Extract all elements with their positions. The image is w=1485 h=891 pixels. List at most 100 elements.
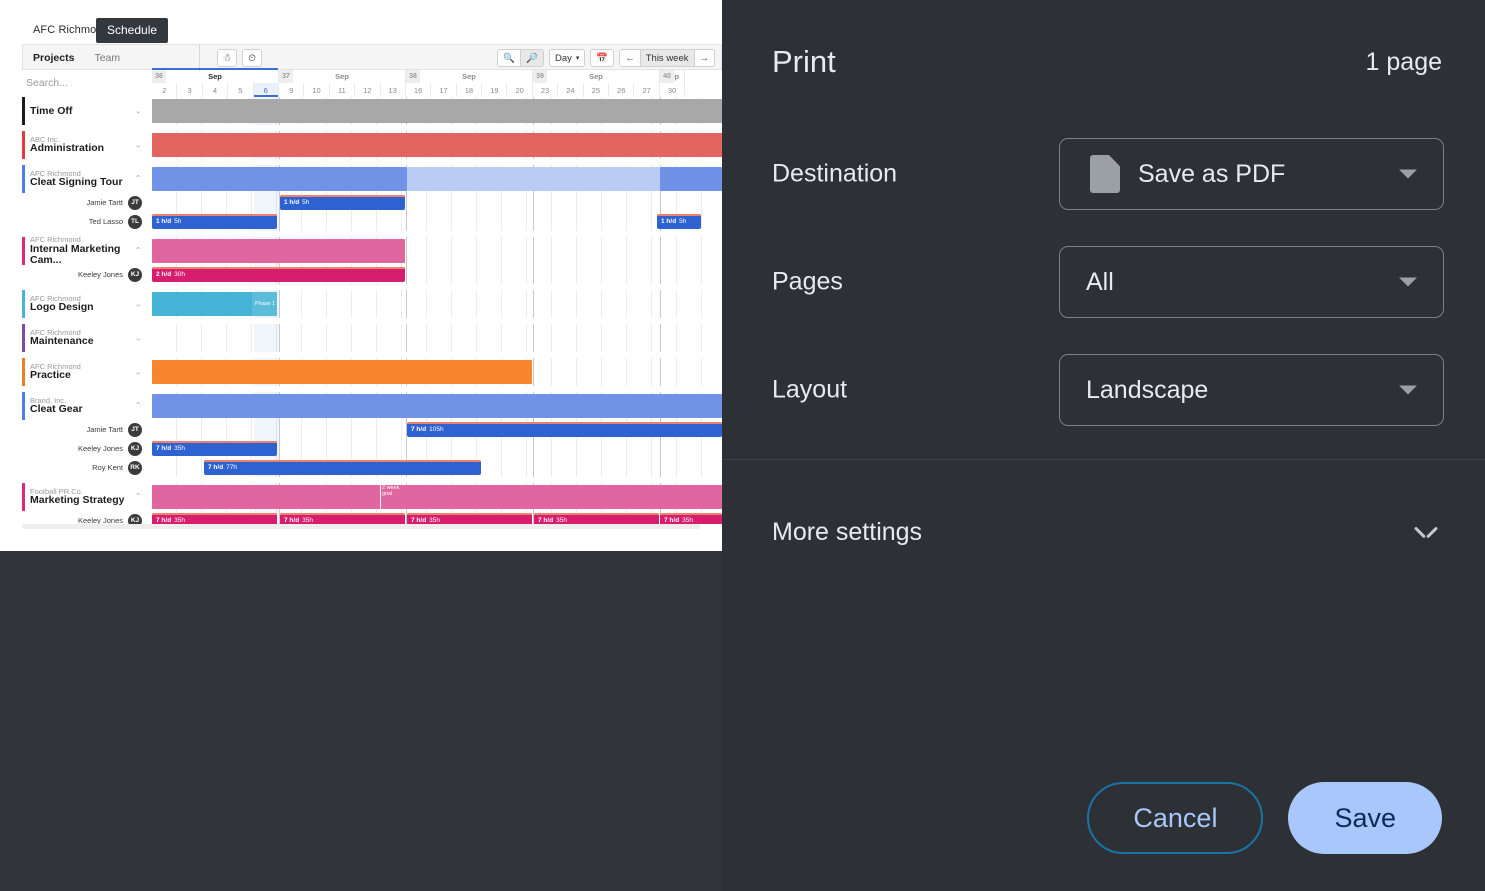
cancel-button[interactable]: Cancel [1087, 782, 1264, 854]
chevron-down-icon[interactable]: ⌄ [134, 106, 142, 117]
gantt-summary-bar[interactable] [152, 360, 532, 384]
pages-select[interactable]: All [1059, 246, 1444, 318]
timeline-day-18[interactable]: 18 [457, 83, 483, 97]
zoom-out-icon[interactable]: 🔍 [497, 49, 522, 67]
chevron-down-icon[interactable]: ⌄ [134, 140, 142, 151]
zoom-in-icon[interactable]: 🔎 [521, 49, 544, 67]
more-settings-toggle[interactable]: More settings [722, 460, 1485, 610]
week-divider [660, 265, 661, 284]
project-row-cleat-signing-tour[interactable]: AFC Richmond Cleat Signing Tour ⌃ [0, 165, 152, 231]
chevron-down-icon[interactable]: ⌄ [134, 299, 142, 310]
timeline-day-10[interactable]: 10 [304, 83, 330, 97]
gantt-task-bar[interactable]: 7 h/d 35h [534, 513, 659, 524]
this-week-button[interactable]: This week [640, 49, 695, 67]
today-column-highlight [253, 193, 279, 212]
gantt-summary-bar[interactable] [152, 394, 722, 418]
week-divider [533, 290, 534, 318]
gantt-summary-bar[interactable] [152, 99, 722, 123]
search-input[interactable]: Search... [22, 70, 152, 96]
chevron-up-icon[interactable]: ⌃ [134, 492, 142, 503]
gantt-task-bar[interactable]: 2 h/d 30h [152, 267, 405, 282]
scale-select[interactable]: Day ▾ [548, 49, 586, 67]
destination-select[interactable]: Save as PDF [1059, 138, 1444, 210]
gantt-summary-bar[interactable] [660, 167, 722, 191]
schedule-tab[interactable]: Schedule [96, 18, 169, 43]
chevron-up-icon[interactable]: ⌃ [134, 246, 142, 257]
chevron-down-icon[interactable]: ⌄ [134, 333, 142, 344]
member-row[interactable]: Keeley Jones KJ [0, 511, 152, 524]
clock-icon[interactable]: ⏲ [242, 49, 262, 67]
gantt-task-bar[interactable]: 7 h/d 35h [152, 513, 277, 524]
project-row-practice[interactable]: AFC Richmond Practice ⌄ [0, 358, 152, 386]
gantt-summary-bar[interactable] [152, 485, 722, 509]
timeline-day-12[interactable]: 12 [355, 83, 381, 97]
chevron-up-icon[interactable]: ⌃ [134, 401, 142, 412]
timeline-day-24[interactable]: 24 [558, 83, 584, 97]
app-titlebar: AFC Richmond Schedule [0, 0, 722, 44]
gantt-task-bar[interactable]: 1 h/d 5h [280, 195, 405, 210]
project-row-time-off[interactable]: Time Off ⌄ [0, 97, 152, 125]
gantt-summary-bar[interactable] [152, 167, 407, 191]
timeline-day-20[interactable]: 20 [507, 83, 533, 97]
gantt-summary-bar[interactable] [152, 239, 405, 263]
timeline-day-4[interactable]: 4 [203, 83, 229, 97]
timeline-day-27[interactable]: 27 [634, 83, 660, 97]
timeline-day-19[interactable]: 19 [482, 83, 508, 97]
project-label-text: AFC Richmond Internal Marketing Cam... [22, 236, 152, 266]
task-rate: 7 h/d [284, 517, 300, 524]
calendar-icon[interactable]: 📅 [590, 49, 615, 67]
project-row-internal-marketing[interactable]: AFC Richmond Internal Marketing Cam... ⌃ [0, 236, 152, 284]
timeline-week-row: 36 Sep 37 Sep 38 Sep 39 Sep 40Sep [152, 68, 686, 83]
timeline-day-25[interactable]: 25 [584, 83, 610, 97]
timeline-day-13[interactable]: 13 [381, 83, 406, 97]
gantt-summary-bar[interactable] [407, 167, 660, 191]
tab-team[interactable]: Team [84, 45, 130, 71]
project-row-logo-design[interactable]: AFC Richmond Logo Design ⌄ [0, 290, 152, 318]
gantt-task-bar[interactable]: 1 h/d 5h [657, 214, 701, 229]
task-rate: 2 h/d [156, 271, 172, 278]
gantt-task-bar[interactable]: 7 h/d 35h [152, 441, 277, 456]
gantt-task-bar[interactable]: 1 h/d 5h [152, 214, 277, 229]
member-row[interactable]: Roy Kent RK [0, 458, 152, 477]
project-label-text: Football PR Co. Marketing Strategy [22, 487, 125, 507]
project-row-administration[interactable]: ABC Inc. Administration ⌄ [0, 131, 152, 159]
gantt-task-bar[interactable]: 7 h/d 35h [660, 513, 722, 524]
timeline-day-11[interactable]: 11 [330, 83, 356, 97]
timeline-day-16[interactable]: 16 [406, 83, 432, 97]
gantt-task-bar[interactable]: 7 h/d 35h [407, 513, 532, 524]
task-rate: 7 h/d [156, 517, 172, 524]
timeline-day-5[interactable]: 5 [228, 83, 254, 97]
member-row[interactable]: Keeley Jones KJ [0, 265, 152, 284]
project-row-marketing-strategy[interactable]: Football PR Co. Marketing Strategy ⌃ [0, 483, 152, 524]
project-row-cleat-gear[interactable]: Brand, Inc. Cleat Gear ⌃ [0, 392, 152, 477]
project-row-maintenance[interactable]: AFC Richmond Maintenance ⌄ [0, 324, 152, 352]
gantt-task-bar[interactable]: 7 h/d 77h [204, 460, 481, 475]
member-row[interactable]: Jamie Tartt JT [0, 420, 152, 439]
member-row[interactable]: Jamie Tartt JT [0, 193, 152, 212]
horizontal-scrollbar[interactable] [22, 524, 700, 529]
timeline-day-23[interactable]: 23 [533, 83, 559, 97]
gantt-task-bar[interactable]: 7 h/d 35h [280, 513, 405, 524]
timeline-day-2[interactable]: 2 [152, 83, 178, 97]
tab-projects[interactable]: Projects [23, 45, 84, 72]
gantt-task-bar[interactable]: 7 h/d 105h [407, 422, 722, 437]
chevron-down-icon[interactable]: ⌄ [134, 367, 142, 378]
timeline-day-30[interactable]: 30 [660, 83, 686, 97]
person-icon[interactable]: ☃ [217, 49, 237, 67]
gantt-summary-row-administration [152, 131, 722, 159]
layout-select[interactable]: Landscape [1059, 354, 1444, 426]
timeline-day-17[interactable]: 17 [431, 83, 457, 97]
toolbar-right-controls: 🔍 🔎 Day ▾ 📅 ← This week → [497, 49, 715, 67]
milestone-marker[interactable] [380, 483, 381, 511]
prev-period-button[interactable]: ← [619, 49, 641, 67]
timeline-day-6[interactable]: 6 [253, 83, 279, 97]
chevron-up-icon[interactable]: ⌃ [134, 174, 142, 185]
next-period-button[interactable]: → [694, 49, 715, 67]
timeline-day-26[interactable]: 26 [609, 83, 635, 97]
member-row[interactable]: Keeley Jones KJ [0, 439, 152, 458]
gantt-summary-bar[interactable] [152, 133, 722, 157]
timeline-day-9[interactable]: 9 [279, 83, 305, 97]
member-row[interactable]: Ted Lasso TL [0, 212, 152, 231]
save-button[interactable]: Save [1288, 782, 1442, 854]
timeline-day-3[interactable]: 3 [177, 83, 203, 97]
